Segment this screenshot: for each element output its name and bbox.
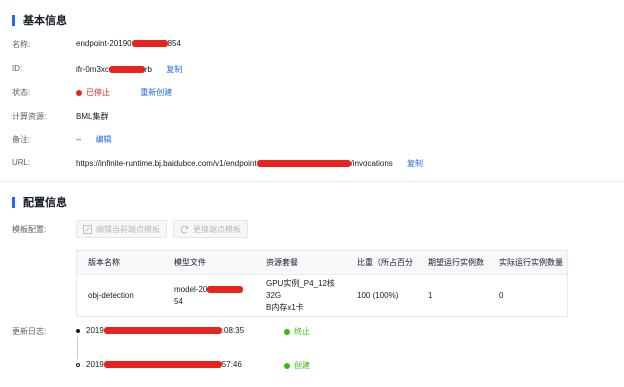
cell-expected: 1 [428, 290, 433, 300]
cell-weight: 100 (100%) [357, 290, 399, 300]
redaction-mark [103, 361, 222, 368]
edit-template-label: 编辑当前端点模板 [96, 224, 160, 234]
log-time-prefix: 2019 [86, 360, 104, 369]
id-value: ifr-0m3xc rb 复制 [76, 64, 182, 75]
log-time-suffix: :08:35 [221, 326, 245, 335]
id-label: ID: [12, 64, 23, 73]
timeline-entry: 2019 57:46 [76, 360, 242, 369]
url-value: https://infinite-runtime.bj.baidubce.com… [76, 158, 423, 169]
url-suffix: /invocations [350, 159, 393, 168]
redaction-mark [131, 40, 168, 48]
section-accent-bar [12, 14, 15, 26]
remark-text: -- [76, 135, 82, 144]
cell-actual: 0 [499, 290, 504, 300]
edit-icon [83, 224, 92, 234]
table-row: obj-detection model-20 54 GPU实例_P4_12核32… [77, 274, 567, 316]
log-time-prefix: 2019 [86, 326, 104, 335]
timeline-connector [77, 337, 78, 359]
edit-remark-link[interactable]: 编辑 [96, 135, 112, 144]
redaction-mark [256, 160, 351, 168]
header-resource: 资源套餐 [266, 257, 298, 267]
log-status-create: 创建 [284, 360, 310, 371]
section-divider [0, 181, 624, 182]
model-suffix: 54 [174, 296, 183, 306]
status-text: 已停止 [86, 88, 110, 97]
cell-version: obj-detection [88, 290, 134, 300]
timeline-dot-icon [76, 328, 80, 333]
name-prefix: endpoint-20190 [76, 39, 132, 48]
header-expected: 期望运行实例数 [428, 257, 484, 267]
url-prefix: https://infinite-runtime.bj.baidubce.com… [76, 159, 257, 168]
url-label: URL: [12, 158, 31, 167]
name-label: 名称: [12, 40, 31, 49]
compute-value: BML集群 [76, 112, 109, 121]
header-version: 版本名称 [88, 257, 120, 267]
name-suffix: 854 [167, 39, 181, 48]
edit-template-button[interactable]: 编辑当前端点模板 [76, 220, 167, 238]
refresh-icon [180, 225, 189, 233]
header-model: 模型文件 [174, 257, 206, 267]
header-actual: 实际运行实例数量 [499, 257, 563, 267]
name-value: endpoint-20190 854 [76, 39, 181, 48]
success-dot-icon [284, 328, 290, 335]
recreate-link[interactable]: 重新创建 [140, 88, 172, 97]
change-template-button[interactable]: 更换端点模板 [173, 220, 248, 238]
section-accent-bar [12, 196, 15, 208]
timeline-entry: 2019 :08:35 [76, 326, 244, 335]
resource-line2: B内存x1卡 [266, 302, 304, 312]
basic-info-title-text: 基本信息 [23, 15, 67, 27]
redaction-mark [207, 285, 244, 293]
log-status-stop: 终止 [284, 326, 310, 337]
config-info-title: 配置信息 [12, 194, 67, 210]
version-table: 版本名称 模型文件 资源套餐 比重（所占百分 期望运行实例数 实际运行实例数量 … [76, 250, 568, 317]
config-info-title-text: 配置信息 [23, 197, 67, 209]
remark-label: 备注: [12, 135, 31, 144]
success-dot-icon [284, 362, 290, 369]
status-value: 已停止 重新创建 [76, 87, 172, 98]
cell-model: model-20 54 [163, 284, 255, 308]
compute-label: 计算资源: [12, 112, 47, 121]
change-template-label: 更换端点模板 [193, 224, 241, 234]
stopped-status-dot-icon [76, 89, 82, 96]
log-time-suffix: 57:46 [221, 360, 242, 369]
cell-resource: GPU实例_P4_12核32G B内存x1卡 [255, 278, 346, 314]
table-header: 版本名称 模型文件 资源套餐 比重（所占百分 期望运行实例数 实际运行实例数量 [77, 250, 567, 274]
log-status-text: 终止 [294, 327, 310, 336]
copy-id-link[interactable]: 复制 [166, 65, 182, 74]
copy-url-link[interactable]: 复制 [407, 159, 423, 168]
remark-value: -- 编辑 [76, 134, 112, 145]
id-prefix: ifr-0m3xc [76, 65, 109, 74]
endpoint-detail-page: 基本信息 名称: endpoint-20190 854 ID: ifr-0m3xc… [0, 0, 624, 387]
resource-line1: GPU实例_P4_12核32G [266, 278, 335, 300]
model-prefix: model-20 [174, 284, 208, 294]
header-weight: 比重（所占百分 [357, 257, 413, 267]
timeline-dot-icon [76, 362, 80, 367]
basic-info-title: 基本信息 [12, 12, 67, 28]
template-label: 模板配置: [12, 225, 47, 234]
redaction-mark [103, 327, 222, 334]
status-label: 状态: [12, 88, 31, 97]
update-log-label: 更新日志: [12, 327, 47, 336]
redaction-mark [108, 66, 145, 74]
id-suffix: rb [144, 65, 153, 74]
log-status-text: 创建 [294, 361, 310, 370]
